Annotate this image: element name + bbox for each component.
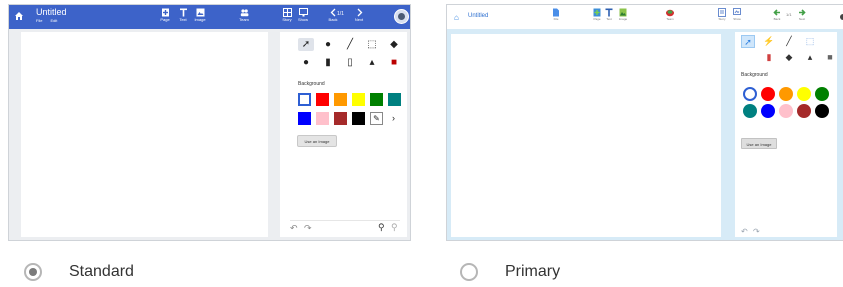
eyedropper-icon: ✎ — [370, 112, 383, 125]
swatch-white — [298, 93, 311, 106]
toolbar-image: Image — [612, 8, 634, 22]
hand-icon: ▴ — [369, 57, 375, 68]
standard-radio[interactable] — [24, 263, 42, 281]
panel-footer: ↶ ↷ ⚲ ⚲ — [290, 220, 400, 233]
menu-file: File — [36, 18, 43, 23]
next-icon — [357, 8, 362, 17]
standard-canvas — [21, 32, 268, 237]
standard-option[interactable]: Standard — [24, 257, 134, 287]
pen-icon: ╱ — [346, 39, 354, 50]
menu-bar: File Edit — [36, 18, 65, 24]
app-title: Untitled — [468, 13, 489, 19]
undo-icon: ↶ — [290, 223, 298, 233]
menu-edit: Edit — [50, 18, 58, 23]
avatar — [394, 9, 409, 24]
delete-icon: ■ — [390, 57, 398, 68]
primary-tool-panel: ➚ ⚡ ╱ ⬚ ▮ ◆ ▴ ■ Background Use an Image … — [735, 32, 837, 237]
home-icon: ⌂ — [454, 13, 459, 22]
swatch-blue — [761, 104, 775, 118]
eraser-icon: ◆ — [390, 39, 398, 50]
zoom-in-icon: ⚲ — [378, 222, 385, 232]
standard-label: Standard — [69, 263, 134, 280]
swatch-white — [743, 87, 757, 101]
standard-workspace: ➚ ● ╱ ⬚ ◆ ● ▮ ▯ ▴ ■ Background ✎ › Use a… — [9, 29, 410, 240]
show-icon — [298, 8, 308, 17]
zoom-out-icon: ⚲ — [391, 222, 398, 232]
background-label: Background — [741, 72, 768, 78]
swatch-green — [815, 87, 829, 101]
standard-tool-panel: ➚ ● ╱ ⬚ ◆ ● ▮ ▯ ▴ ■ Background ✎ › Use a… — [280, 32, 407, 237]
swatch-blue — [298, 112, 311, 125]
app-title: Untitled — [36, 7, 67, 17]
toolbar-back: Back — [766, 8, 788, 22]
standard-top-bar: Untitled File Edit Page Text Image Team S… — [9, 5, 410, 29]
jar-icon: ▯ — [347, 57, 353, 68]
show-icon — [733, 8, 741, 15]
select-icon: ➚ — [298, 38, 314, 51]
primary-top-bar: ⌂ Untitled File Page Text Image Team Sto… — [447, 5, 843, 30]
swatch-yellow — [352, 93, 365, 106]
primary-option[interactable]: Primary — [460, 257, 560, 287]
bottle-icon: ▮ — [766, 52, 772, 62]
magic-icon: ⚡ — [763, 36, 775, 46]
toolbar-team: Team — [659, 8, 681, 22]
team-icon — [666, 9, 674, 17]
crop-icon: ⬚ — [367, 39, 377, 50]
toolbar-show: Show — [726, 8, 748, 22]
team-icon — [240, 9, 248, 17]
swatch-black — [352, 112, 365, 125]
select-icon: ➚ — [741, 35, 755, 48]
toolbar-show: Show — [290, 8, 316, 23]
swatch-orange — [334, 93, 347, 106]
toolbar-next: Next — [791, 8, 813, 22]
primary-canvas — [451, 34, 721, 237]
standard-theme-thumbnail[interactable]: Untitled File Edit Page Text Image Team S… — [8, 4, 411, 241]
background-label: Background — [298, 81, 325, 87]
use-image-button: Use an Image — [741, 138, 777, 149]
delete-icon: ■ — [827, 52, 833, 62]
swatch-brown — [334, 112, 347, 125]
image-icon — [619, 8, 627, 17]
swatch-red — [316, 93, 329, 106]
swatch-orange — [779, 87, 793, 101]
swatch-teal — [743, 104, 757, 118]
back-icon — [773, 9, 780, 16]
crop-icon: ⬚ — [805, 36, 815, 46]
primary-radio[interactable] — [460, 263, 478, 281]
pen-icon: ╱ — [786, 36, 792, 46]
toolbar-next: Next — [346, 8, 372, 23]
swatch-red — [761, 87, 775, 101]
toolbar-team: Team — [231, 8, 257, 23]
swatch-brown — [797, 104, 811, 118]
swatch-black — [815, 104, 829, 118]
bottle-icon: ▮ — [325, 57, 331, 68]
swatch-green — [370, 93, 383, 106]
mic-icon: ● — [324, 39, 332, 50]
primary-label: Primary — [505, 263, 561, 280]
swatch-yellow — [797, 87, 811, 101]
shapes-icon: ● — [302, 57, 310, 68]
toolbar-image: Image — [187, 8, 213, 23]
swatch-pink — [779, 104, 793, 118]
home-icon — [15, 12, 23, 20]
fill-icon: ◆ — [785, 52, 793, 62]
page-indicator: 1/1 — [337, 11, 344, 17]
redo-icon: ↷ — [753, 227, 760, 236]
image-icon — [196, 8, 204, 17]
story-icon — [718, 8, 726, 17]
primary-workspace: ➚ ⚡ ╱ ⬚ ▮ ◆ ▴ ■ Background Use an Image … — [447, 29, 843, 240]
swatch-pink — [316, 112, 329, 125]
use-image-button: Use an Image — [297, 135, 337, 147]
primary-theme-thumbnail[interactable]: ⌂ Untitled File Page Text Image Team Sto… — [446, 4, 843, 241]
next-icon — [799, 9, 806, 16]
undo-icon: ↶ — [741, 227, 748, 236]
chevron-right-icon: › — [392, 113, 395, 123]
hand-icon: ▴ — [807, 52, 813, 62]
file-icon — [553, 8, 559, 17]
toolbar-file: File — [545, 8, 567, 22]
redo-icon: ↷ — [304, 223, 312, 233]
swatch-teal — [388, 93, 401, 106]
page-icon — [161, 8, 169, 17]
